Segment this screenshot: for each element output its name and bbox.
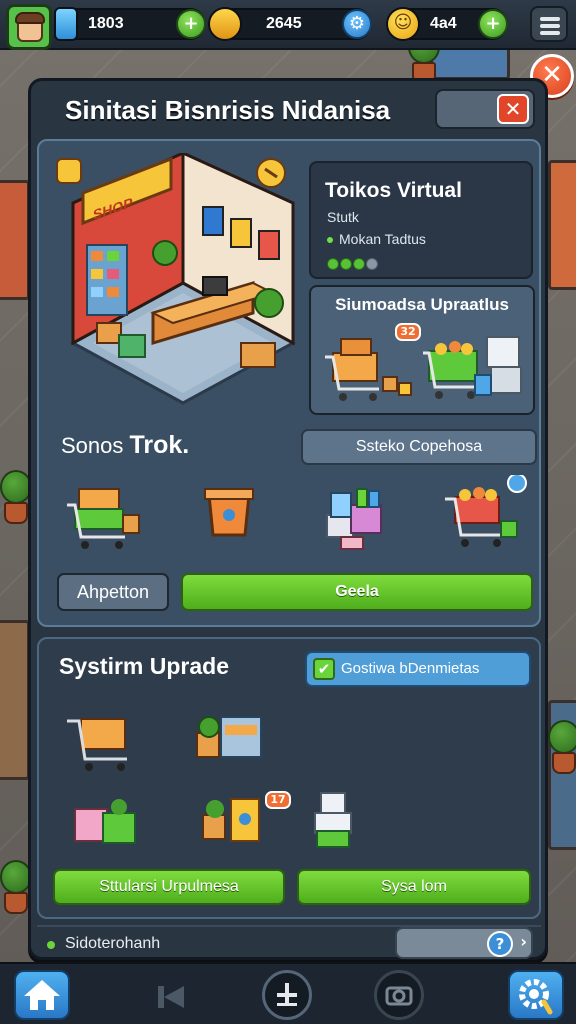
level-dot bbox=[366, 258, 378, 270]
bottom-nav bbox=[0, 962, 576, 1024]
system-status-badge[interactable]: ✔ Gostiwa bDenmietas bbox=[305, 651, 531, 687]
upgrade-crate-item[interactable] bbox=[295, 785, 375, 861]
upgrade-items-illustration bbox=[325, 336, 522, 401]
building bbox=[0, 620, 30, 780]
status-bar: Sidoterohanh ? › bbox=[37, 925, 541, 959]
energy-value: 2645 bbox=[266, 15, 302, 32]
store-section: SHOP Toikos Virtual Stutk Mоkan Tadtus S… bbox=[37, 139, 541, 627]
plant-decor bbox=[544, 720, 576, 774]
store-items-row bbox=[49, 475, 533, 565]
supplies-badge: 17 bbox=[265, 791, 291, 809]
smile-icon: ☺ bbox=[386, 7, 420, 41]
page-title: Sinitasi Bisnrisis Nidanisa bbox=[65, 95, 391, 125]
resource-energy: 2645 ⚙ bbox=[208, 7, 372, 41]
resource-gems: 1803 + bbox=[54, 7, 206, 41]
store-action-button[interactable]: Ssteko Copehosa bbox=[301, 429, 537, 465]
lightning-icon bbox=[208, 7, 242, 41]
store-name: Toikos Virtual bbox=[325, 179, 462, 202]
building bbox=[548, 160, 576, 290]
upgrade-cart-item[interactable] bbox=[61, 703, 141, 779]
level-indicator bbox=[327, 255, 379, 274]
avatar[interactable] bbox=[6, 4, 52, 50]
home-icon bbox=[24, 980, 60, 1010]
system-upgrade-title: Systirm Uprade bbox=[59, 653, 230, 679]
build-icon bbox=[277, 983, 297, 1006]
system-upgrade-section: Systirm Uprade ✔ Gostiwa bDenmietas 17 S… bbox=[37, 637, 541, 919]
system-status-text: Gostiwa bDenmietas bbox=[341, 660, 480, 677]
level-dot bbox=[353, 258, 365, 270]
box-item[interactable] bbox=[183, 475, 275, 561]
upgrade-card[interactable]: Siumoadsa Upraatlus 32 bbox=[309, 285, 535, 415]
upgrade-right-button[interactable]: Sysa lom bbox=[297, 869, 531, 905]
menu-button[interactable] bbox=[530, 6, 568, 42]
cart-item[interactable] bbox=[59, 475, 151, 561]
gems-value: 1803 bbox=[88, 15, 124, 32]
gear-icon bbox=[519, 979, 553, 1015]
happiness-value: 4а4 bbox=[430, 15, 457, 32]
store-type: Stutk bbox=[327, 209, 359, 225]
secondary-button[interactable]: Ahpetton bbox=[57, 573, 169, 611]
camera-button[interactable] bbox=[374, 970, 424, 1020]
status-text: Sidoterohanh bbox=[65, 935, 161, 952]
business-panel: Sinitasi Bisnrisis Nidanisa ✕ SHOP Toiko… bbox=[28, 78, 548, 960]
rewind-icon[interactable] bbox=[150, 980, 194, 1014]
settings-button[interactable] bbox=[508, 970, 564, 1020]
title-close-bar: ✕ bbox=[435, 89, 535, 129]
home-button[interactable] bbox=[14, 970, 70, 1020]
status-dot bbox=[47, 941, 55, 949]
upgrade-produce-item[interactable] bbox=[69, 785, 149, 861]
help-button[interactable]: ? › bbox=[395, 927, 533, 959]
building bbox=[0, 180, 30, 300]
build-button[interactable] bbox=[262, 970, 312, 1020]
store-label-main: Trok. bbox=[129, 431, 190, 459]
add-gems-button[interactable]: + bbox=[176, 9, 206, 39]
chevron-right-icon: › bbox=[520, 932, 527, 951]
produce-cart-item[interactable] bbox=[435, 475, 527, 561]
upgrade-title: Siumoadsa Upraatlus bbox=[335, 295, 509, 314]
shop-illustration[interactable]: SHOP bbox=[53, 153, 301, 413]
top-hud: 1803 + 2645 ⚙ ☺ 4а4 + bbox=[0, 0, 576, 50]
primary-button[interactable]: Geela bbox=[181, 573, 533, 611]
level-dot bbox=[340, 258, 352, 270]
store-info-card: Toikos Virtual Stutk Mоkan Tadtus bbox=[309, 161, 533, 279]
resource-happiness: ☺ 4а4 + bbox=[386, 7, 508, 41]
add-happiness-button[interactable]: + bbox=[478, 9, 508, 39]
camera-icon bbox=[385, 986, 413, 1006]
level-dot bbox=[327, 258, 339, 270]
check-icon: ✔ bbox=[313, 658, 335, 680]
store-status: Mоkan Tadtus bbox=[327, 231, 426, 247]
help-icon: ? bbox=[487, 931, 513, 957]
store-status-text: Mоkan Tadtus bbox=[339, 231, 426, 247]
upgrade-left-button[interactable]: Sttularsi Urpulmesa bbox=[53, 869, 285, 905]
gem-icon bbox=[54, 7, 78, 41]
store-label-prefix: Sonos bbox=[61, 433, 124, 458]
packages-item[interactable] bbox=[311, 475, 403, 561]
coin-icon[interactable]: ⚙ bbox=[342, 9, 372, 39]
upgrade-storage-item[interactable] bbox=[189, 703, 269, 779]
store-label: Sonos Trok. bbox=[61, 431, 189, 460]
close-button[interactable]: ✕ bbox=[497, 94, 529, 124]
